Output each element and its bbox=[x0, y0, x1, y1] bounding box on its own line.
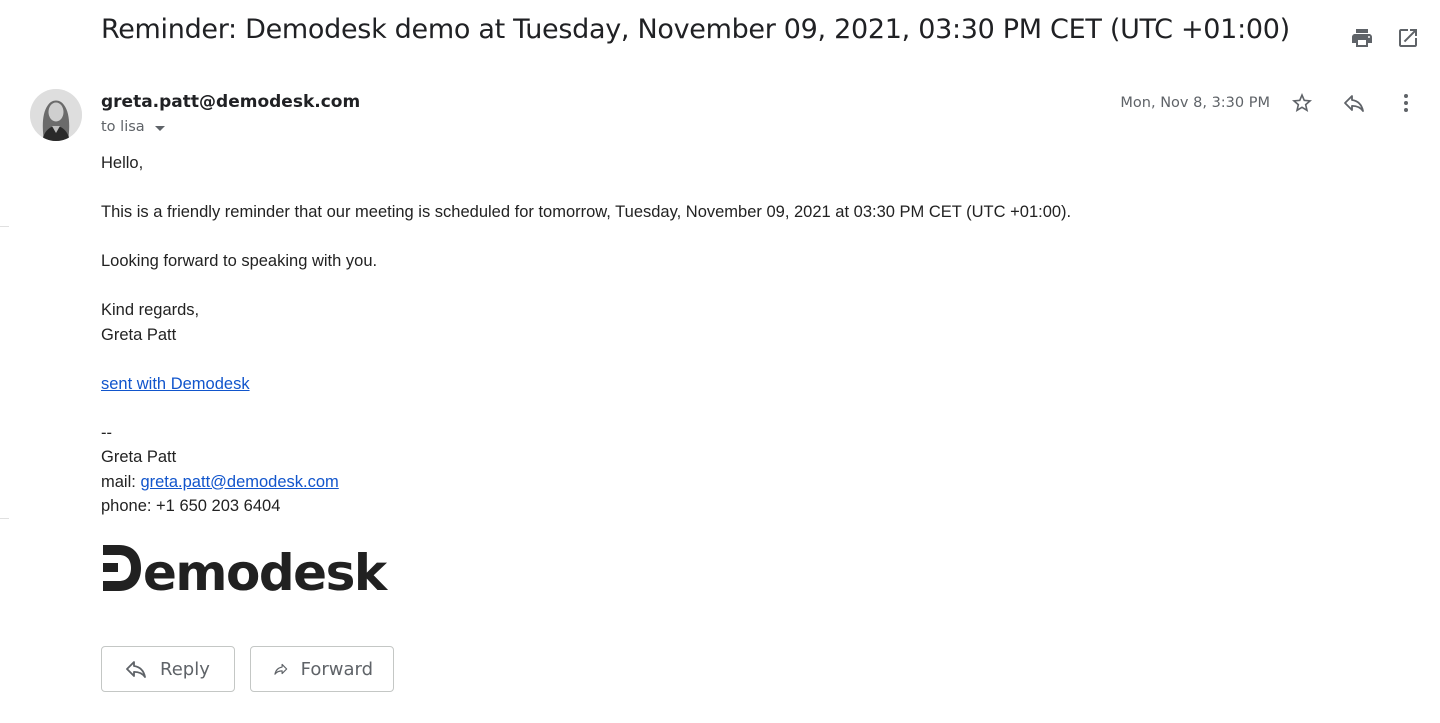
message-meta: Mon, Nov 8, 3:30 PM bbox=[1120, 85, 1426, 121]
print-icon[interactable] bbox=[1344, 20, 1380, 56]
signature-mail-link[interactable]: greta.patt@demodesk.com bbox=[140, 473, 338, 491]
closing-text: Kind regards, bbox=[101, 301, 200, 319]
star-outline-icon[interactable] bbox=[1282, 85, 1322, 121]
thread-toolbar bbox=[1344, 20, 1426, 56]
forward-icon bbox=[274, 663, 288, 675]
open-in-new-icon[interactable] bbox=[1390, 20, 1426, 56]
signer-name: Greta Patt bbox=[101, 325, 177, 344]
signature-separator: -- bbox=[101, 423, 112, 442]
sender-email[interactable]: greta.patt@demodesk.com bbox=[101, 92, 360, 112]
reply-button[interactable]: Reply bbox=[101, 646, 235, 692]
divider bbox=[0, 226, 9, 227]
signature-mail-label: mail: bbox=[101, 472, 136, 491]
greeting-text: Hello, bbox=[101, 154, 144, 172]
demodesk-logo[interactable]: emodesk bbox=[101, 541, 391, 593]
reply-button-label: Reply bbox=[160, 658, 210, 680]
message-date: Mon, Nov 8, 3:30 PM bbox=[1120, 95, 1270, 111]
body-paragraph: Looking forward to speaking with you. bbox=[101, 252, 378, 270]
caret-down-icon[interactable] bbox=[154, 125, 165, 131]
forward-button-label: Forward bbox=[300, 658, 373, 680]
reply-icon bbox=[126, 661, 146, 678]
message-body: Hello, This is a friendly reminder that … bbox=[101, 151, 1071, 519]
signature-mail: mail: greta.patt@demodesk.com bbox=[101, 470, 1071, 495]
sent-with-demodesk-link[interactable]: sent with Demodesk bbox=[101, 375, 250, 393]
reply-icon[interactable] bbox=[1334, 85, 1374, 121]
divider bbox=[0, 518, 9, 519]
signature-name: Greta Patt bbox=[101, 448, 177, 466]
sender-avatar[interactable] bbox=[30, 89, 82, 141]
recipient-details-toggle[interactable]: to lisa bbox=[101, 119, 165, 135]
forward-button[interactable]: Forward bbox=[250, 646, 394, 692]
email-subject: Reminder: Demodesk demo at Tuesday, Nove… bbox=[101, 14, 1290, 45]
body-paragraph: This is a friendly reminder that our mee… bbox=[101, 203, 1072, 221]
more-vertical-icon[interactable] bbox=[1386, 85, 1426, 121]
recipient-label: to lisa bbox=[101, 119, 145, 135]
logo-wordmark: emodesk bbox=[143, 544, 389, 593]
signature-phone: phone: +1 650 203 6404 bbox=[101, 497, 281, 515]
